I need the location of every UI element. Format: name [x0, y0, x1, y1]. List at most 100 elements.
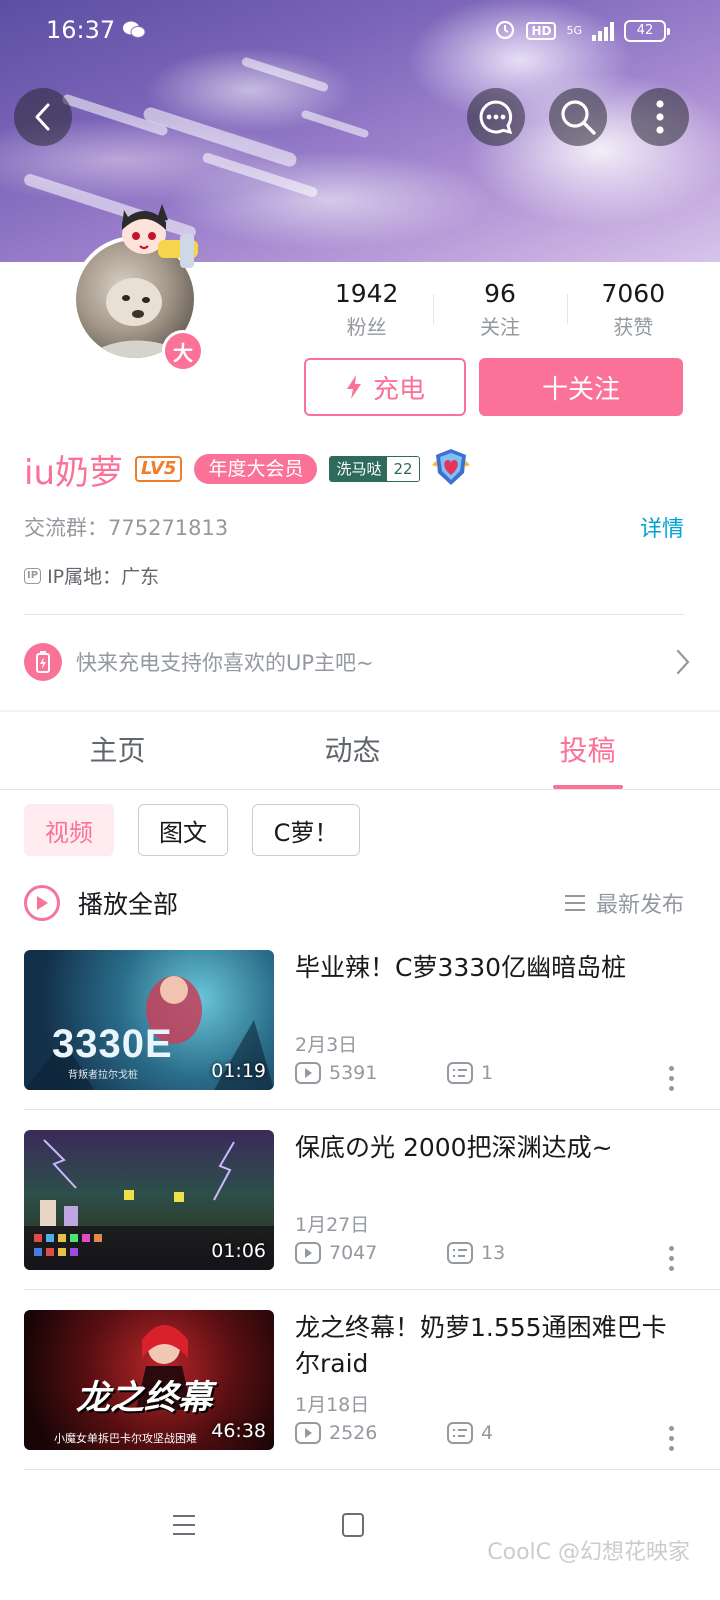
charge-prompt-row[interactable]: 快来充电支持你喜欢的UP主吧~	[24, 642, 690, 682]
play-all-label: 播放全部	[78, 890, 179, 919]
home-icon[interactable]	[341, 1512, 365, 1538]
video-item[interactable]: 3330E 背叛者拉尔戈桩 01:19 毕业辣！C萝3330亿幽暗岛桩 2月3日…	[24, 950, 684, 1092]
watermark: CoolC @幻想花映家	[487, 1540, 690, 1565]
thumbnail-text: 3330E	[52, 1022, 173, 1066]
thumbnail-subtext: 背叛者拉尔戈桩	[68, 1070, 138, 1081]
chip-collection[interactable]: C萝！	[252, 804, 360, 856]
tab-home[interactable]: 主页	[0, 714, 235, 789]
video-duration: 46:38	[211, 1420, 266, 1442]
video-more-icon[interactable]	[666, 1066, 676, 1091]
stat-label: 粉丝	[346, 315, 387, 339]
stat-likes[interactable]: 7060 获赞	[566, 276, 700, 346]
ip-text: IP属地：广东	[47, 566, 160, 588]
video-thumbnail[interactable]: 01:06	[24, 1130, 274, 1270]
video-date: 2月3日	[295, 1034, 358, 1056]
charge-label: 充电	[372, 374, 425, 405]
stat-value: 1942	[334, 279, 399, 308]
video-title[interactable]: 保底の光 2000把深渊达成~	[295, 1130, 675, 1166]
message-button[interactable]	[467, 88, 525, 146]
view-count: 7047	[295, 1242, 377, 1264]
stat-label: 获赞	[613, 315, 654, 339]
video-title[interactable]: 毕业辣！C萝3330亿幽暗岛桩	[295, 950, 675, 986]
comment-count: 4	[447, 1422, 493, 1444]
play-all-button[interactable]: 播放全部	[24, 885, 178, 921]
stat-value: 96	[484, 279, 516, 308]
charge-button[interactable]: 充电	[304, 358, 466, 416]
stat-fans[interactable]: 1942 粉丝	[300, 276, 433, 346]
more-button[interactable]	[631, 88, 689, 146]
tab-uploads[interactable]: 投稿	[470, 714, 705, 789]
video-title[interactable]: 龙之终幕！奶萝1.555通困难巴卡尔raid	[295, 1310, 675, 1382]
charge-prompt-text: 快来充电支持你喜欢的UP主吧~	[76, 651, 374, 675]
sort-label: 最新发布	[595, 893, 684, 918]
section-divider	[0, 710, 720, 712]
status-icons: HD 5G 42	[494, 18, 670, 44]
profile-tabs: 主页 动态 投稿	[0, 714, 720, 790]
follow-button[interactable]: 十关注	[479, 358, 683, 416]
thumbnail-text: 龙之终幕	[76, 1378, 212, 1418]
video-item[interactable]: 01:06 保底の光 2000把深渊达成~ 1月27日 7047 13	[24, 1130, 684, 1272]
chevron-left-icon	[35, 103, 50, 131]
video-thumbnail[interactable]: 3330E 背叛者拉尔戈桩 01:19	[24, 950, 274, 1090]
group-text: 交流群：775271813	[24, 516, 229, 540]
detail-link[interactable]: 详情	[640, 511, 684, 543]
ip-location: IP IP属地：广东	[24, 562, 159, 589]
back-button[interactable]	[14, 88, 72, 146]
danmaku-icon	[447, 1242, 473, 1264]
content-filter-chips: 视频 图文 C萝！	[24, 804, 360, 856]
row-divider	[24, 1469, 720, 1470]
chip-article[interactable]: 图文	[138, 804, 228, 856]
video-thumbnail[interactable]: 龙之终幕 小魔女单拆巴卡尔攻坚战困难 46:38	[24, 1310, 274, 1450]
username: iu奶萝	[24, 452, 123, 493]
video-duration: 01:19	[211, 1060, 266, 1082]
sort-button[interactable]: 最新发布	[564, 887, 684, 919]
video-meta: 2526 4	[295, 1422, 493, 1444]
list-icon	[564, 895, 585, 911]
row-divider	[24, 1289, 720, 1290]
danmaku-icon	[447, 1422, 473, 1444]
fan-medal[interactable]: 洗马哒 22	[329, 456, 420, 482]
video-item[interactable]: 龙之终幕 小魔女单拆巴卡尔攻坚战困难 46:38 龙之终幕！奶萝1.555通困难…	[24, 1310, 684, 1452]
tab-dynamics[interactable]: 动态	[235, 714, 470, 789]
thumbnail-subtext: 小魔女单拆巴卡尔攻坚战困难	[54, 1432, 197, 1445]
video-more-icon[interactable]	[666, 1246, 676, 1271]
lightning-icon	[346, 375, 361, 399]
play-count-icon	[295, 1242, 321, 1264]
comment-count-value: 4	[481, 1422, 494, 1444]
alarm-icon	[494, 18, 516, 44]
stat-following[interactable]: 96 关注	[433, 276, 566, 346]
vip-badge: 大	[162, 330, 204, 372]
profile-stats: 1942 粉丝 96 关注 7060 获赞	[300, 276, 700, 346]
play-count-icon	[295, 1062, 321, 1084]
avatar-pendant	[118, 200, 204, 276]
chip-video[interactable]: 视频	[24, 804, 114, 856]
ip-icon: IP	[24, 567, 42, 584]
status-time: 16:37	[46, 16, 116, 44]
comment-count-value: 1	[481, 1062, 494, 1084]
group-row: 交流群：775271813 详情	[24, 512, 684, 542]
vip-label[interactable]: 年度大会员	[194, 454, 318, 484]
chat-bubble-icon	[479, 100, 513, 135]
follow-label: 十关注	[541, 374, 620, 405]
search-button[interactable]	[549, 88, 607, 146]
comment-count: 1	[447, 1062, 493, 1084]
hd-icon: HD	[526, 22, 557, 40]
heart-shield-icon[interactable]	[431, 447, 470, 491]
signal-icon	[592, 21, 614, 41]
video-meta: 7047 13	[295, 1242, 505, 1264]
medal-name: 洗马哒	[330, 457, 388, 481]
name-row: iu奶萝 LV5 年度大会员 洗马哒 22	[24, 446, 470, 493]
video-more-icon[interactable]	[666, 1426, 676, 1451]
comment-count-value: 13	[481, 1242, 506, 1264]
video-meta: 5391 1	[295, 1062, 493, 1084]
view-count-value: 2526	[329, 1422, 378, 1444]
video-date: 1月27日	[295, 1214, 370, 1236]
play-icon	[24, 885, 60, 921]
view-count: 2526	[295, 1422, 377, 1444]
level-badge: LV5	[135, 456, 183, 482]
video-duration: 01:06	[211, 1240, 266, 1262]
menu-icon[interactable]	[171, 1512, 197, 1538]
video-date: 1月18日	[295, 1394, 370, 1416]
view-count-value: 7047	[329, 1242, 378, 1264]
play-count-icon	[295, 1422, 321, 1444]
